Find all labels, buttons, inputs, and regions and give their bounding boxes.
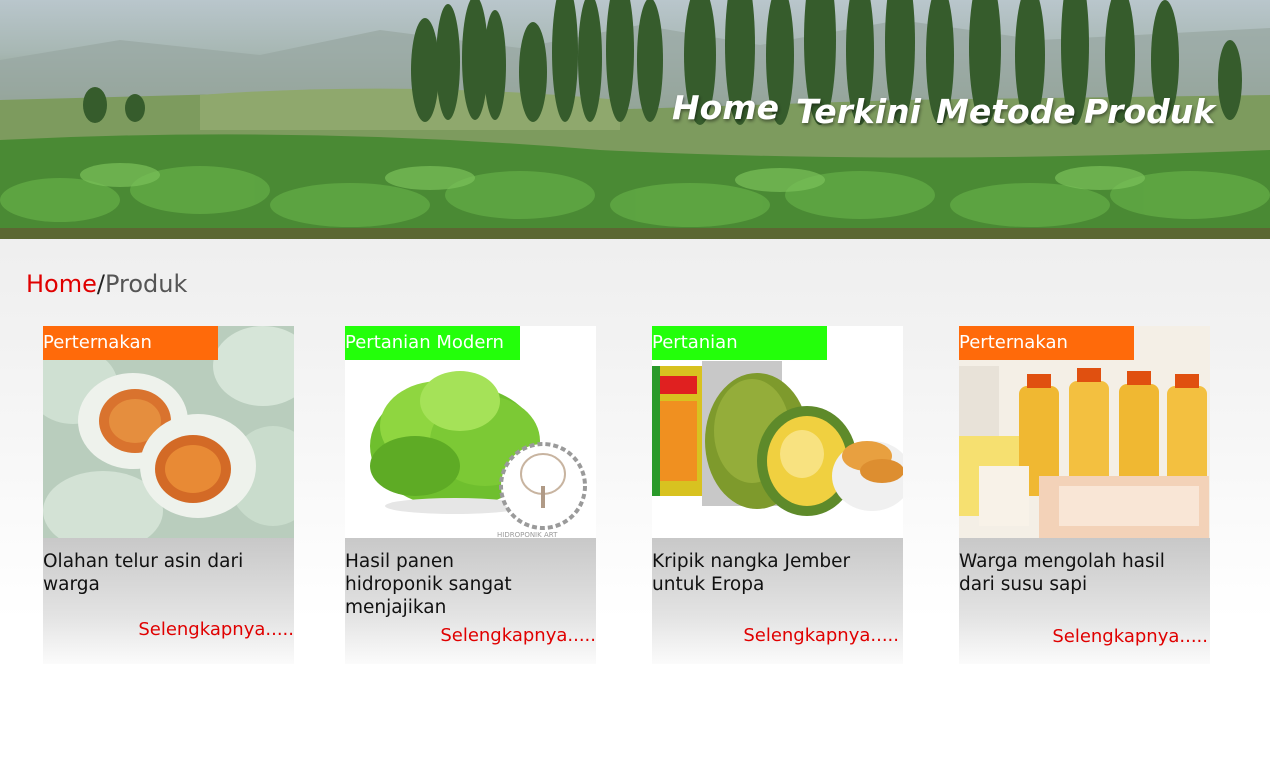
breadcrumb-current: Produk: [104, 270, 188, 298]
breadcrumb-home-link[interactable]: Home: [26, 270, 97, 298]
card-title: Hasil panen hidroponik sangat menjajikan: [345, 551, 512, 618]
category-tag: Perternakan: [43, 326, 218, 360]
svg-text:HIDROPONIK ART: HIDROPONIK ART: [497, 531, 558, 538]
card-title: Kripik nangka Jember untuk Eropa: [652, 551, 851, 595]
category-tag: Pertanian: [652, 326, 827, 360]
read-more-link[interactable]: Selengkapnya.....: [1052, 626, 1208, 647]
card-title: Warga mengolah hasil dari susu sapi: [959, 551, 1165, 595]
breadcrumb: Home/Produk: [26, 270, 187, 298]
breadcrumb-separator: /: [96, 270, 105, 298]
nav-produk[interactable]: Produk: [1084, 92, 1215, 131]
nav-home[interactable]: Home: [672, 88, 779, 127]
product-card-hydroponic[interactable]: HIDROPONIK ART Pertanian Modern Hasil pa…: [345, 326, 596, 664]
nav-metode[interactable]: Metode: [936, 92, 1076, 131]
product-card-milk[interactable]: Perternakan Warga mengolah hasil dari su…: [959, 326, 1210, 664]
read-more-link[interactable]: Selengkapnya.....: [440, 625, 596, 646]
nav-terkini[interactable]: Terkini: [796, 92, 921, 131]
product-card-salted-egg[interactable]: Perternakan Olahan telur asin dari warga…: [43, 326, 294, 664]
hero-banner: Home Terkini Metode Produk: [0, 0, 1270, 239]
read-more-link[interactable]: Selengkapnya.....: [138, 619, 294, 640]
card-title: Olahan telur asin dari warga: [43, 551, 244, 595]
product-card-jackfruit[interactable]: Pertanian Kripik nangka Jember untuk Ero…: [652, 326, 903, 664]
category-tag: Pertanian Modern: [345, 326, 520, 360]
farm-landscape-image: [0, 0, 1270, 239]
read-more-link[interactable]: Selengkapnya.....: [743, 625, 899, 646]
category-tag: Perternakan: [959, 326, 1134, 360]
